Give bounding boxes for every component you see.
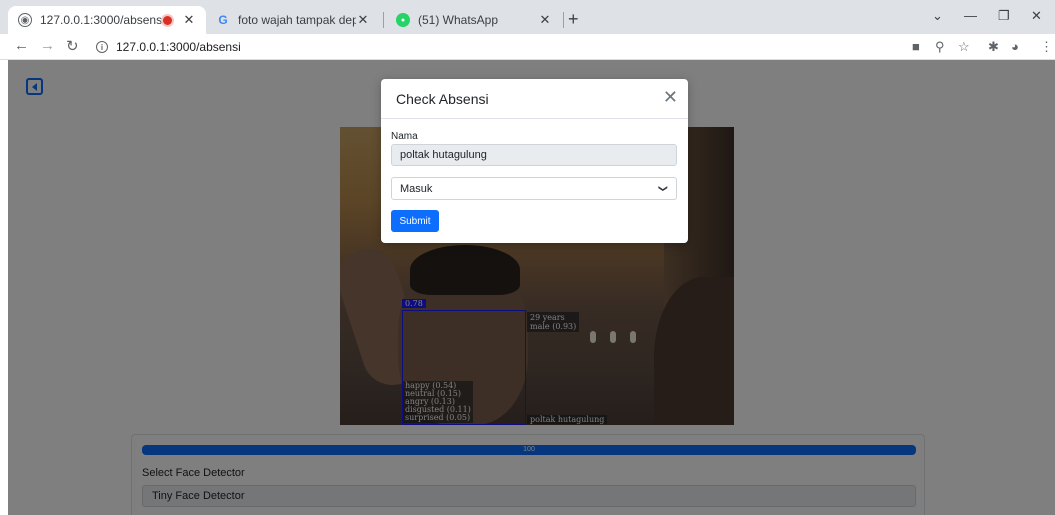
modal-title: Check Absensi [396,91,489,107]
profile-avatar-icon[interactable]: ◕ [1011,39,1019,54]
tab-search-icon[interactable]: ⌄ [932,8,943,24]
address-bar: ← → ↻ i 127.0.0.1:3000/absensi ■ ⚲ ☆ ✱ ◕… [0,34,1055,60]
name-label: Nama [391,131,418,142]
google-icon: G [218,13,228,27]
new-tab-icon[interactable]: + [568,9,579,30]
status-value: Masuk [400,183,433,195]
url-field[interactable]: i 127.0.0.1:3000/absensi [96,40,241,54]
page-content: 0.78 29 years male (0.93) happy (0.54) n… [8,60,1055,515]
status-select[interactable]: Masuk ❯ [391,177,677,200]
recording-icon [163,15,172,25]
close-icon[interactable]: ✕ [663,88,678,106]
tab-title: 127.0.0.1:3000/absensi [40,13,163,27]
minimize-icon[interactable]: — [964,8,977,23]
info-icon[interactable]: i [96,41,108,53]
name-field[interactable]: poltak hutagulung [391,144,677,166]
zoom-icon[interactable]: ⚲ [935,39,945,55]
camera-icon[interactable]: ■ [912,39,920,54]
globe-icon: ◉ [18,13,32,27]
tab-title: foto wajah tampak depan - Goog [238,13,356,27]
back-arrow-icon[interactable]: ← [14,37,29,54]
close-tab-icon[interactable]: ✕ [182,12,196,28]
close-window-icon[interactable]: ✕ [1031,8,1042,24]
tab-google[interactable]: G foto wajah tampak depan - Goog ✕ [206,6,380,34]
browser-tab-bar: ◉ 127.0.0.1:3000/absensi ✕ G foto wajah … [0,0,1055,34]
restore-icon[interactable]: ❐ [998,8,1010,24]
extensions-icon[interactable]: ✱ [988,39,999,55]
tab-title: (51) WhatsApp [418,13,499,27]
modal-header: Check Absensi ✕ [381,79,688,119]
whatsapp-icon: ● [396,13,410,27]
close-tab-icon[interactable]: ✕ [356,12,370,28]
tab-absensi[interactable]: ◉ 127.0.0.1:3000/absensi ✕ [8,6,206,34]
tab-separator [563,12,564,28]
star-icon[interactable]: ☆ [958,39,970,55]
reload-icon[interactable]: ↻ [66,37,79,55]
url-text: 127.0.0.1:3000/absensi [116,40,241,54]
check-absensi-modal: Check Absensi ✕ Nama poltak hutagulung M… [381,79,688,243]
chevron-down-icon: ❯ [658,184,669,193]
menu-icon[interactable]: ⋮ [1040,39,1053,55]
submit-button[interactable]: Submit [391,210,439,232]
forward-arrow-icon[interactable]: → [40,37,55,54]
tab-separator [383,12,384,28]
close-tab-icon[interactable]: ✕ [538,12,552,28]
tab-whatsapp[interactable]: ● (51) WhatsApp ✕ [386,6,562,34]
